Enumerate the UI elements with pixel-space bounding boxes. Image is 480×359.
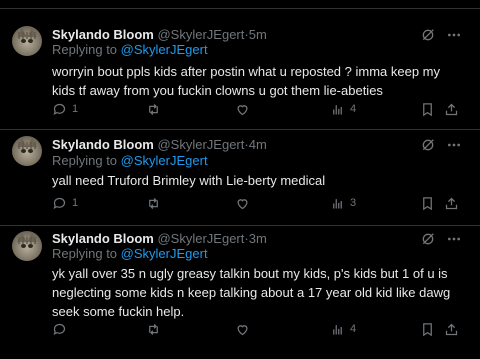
display-name[interactable]: Skylando Bloom: [52, 231, 154, 246]
reply-button[interactable]: 1: [52, 102, 78, 117]
replying-to-label: Replying to: [52, 42, 118, 57]
heart-icon: [237, 325, 248, 336]
heart-icon: [237, 199, 248, 210]
retweet-button[interactable]: [146, 322, 166, 337]
more-icon[interactable]: [446, 231, 462, 247]
views-count: 4: [350, 103, 357, 115]
views-count: 4: [350, 323, 357, 335]
like-button[interactable]: [235, 322, 255, 337]
views-button[interactable]: 4: [330, 322, 356, 337]
retweet-icon: [149, 104, 158, 115]
retweet-button[interactable]: [146, 102, 166, 117]
reply-button[interactable]: [52, 322, 72, 337]
timestamp[interactable]: 4m: [249, 137, 267, 152]
like-button[interactable]: [235, 196, 255, 211]
replying-to: Replying to @SkylerJEgert: [52, 153, 208, 169]
grok-icon[interactable]: [420, 27, 436, 43]
bookmark-button[interactable]: [420, 102, 435, 117]
tweet[interactable]: Skylando Bloom @SkylerJEgert·3m Replying…: [0, 226, 480, 359]
user-handle[interactable]: @SkylerJEgert: [157, 137, 244, 152]
views-button[interactable]: 3: [330, 196, 356, 211]
tweet[interactable]: Skylando Bloom @SkylerJEgert·5m Replying…: [0, 10, 480, 130]
avatar[interactable]: [12, 231, 42, 261]
user-handle[interactable]: @SkylerJEgert: [157, 231, 244, 246]
tweet-text: yk yall over 35 n ugly greasy talkin bou…: [52, 266, 451, 319]
views-button[interactable]: 4: [330, 102, 356, 117]
timestamp[interactable]: 3m: [249, 231, 267, 246]
reply-icon: [53, 197, 66, 210]
avatar[interactable]: [12, 26, 42, 56]
tweet-header: Skylando Bloom @SkylerJEgert·5m: [52, 27, 267, 43]
replying-to-mention[interactable]: @SkylerJEgert: [121, 153, 208, 168]
tweet-text: yall need Truford Brimley with Lie-berty…: [52, 173, 326, 188]
retweet-icon: [149, 324, 158, 335]
tweet-text: worryin bout ppls kids after postin what…: [52, 64, 441, 98]
views-icon: [333, 325, 342, 335]
tweet-top-icons: [420, 231, 462, 247]
avatar[interactable]: [12, 136, 42, 166]
tweet-top-icons: [420, 137, 462, 153]
bookmark-icon: [423, 323, 432, 337]
previous-tweet-footer: [0, 0, 480, 9]
replying-to-mention[interactable]: @SkylerJEgert: [121, 42, 208, 57]
views-count: 3: [350, 197, 357, 209]
reply-button[interactable]: 1: [52, 196, 78, 211]
timestamp[interactable]: 5m: [249, 27, 267, 42]
bookmark-icon: [423, 197, 432, 211]
reply-icon: [53, 323, 66, 336]
tweet-header: Skylando Bloom @SkylerJEgert·4m: [52, 137, 267, 153]
share-button[interactable]: [444, 322, 459, 337]
replying-to: Replying to @SkylerJEgert: [52, 246, 208, 262]
retweet-button[interactable]: [146, 196, 166, 211]
tweet-header: Skylando Bloom @SkylerJEgert·3m: [52, 231, 267, 247]
replying-to-label: Replying to: [52, 246, 118, 261]
tweet-actions: 1 3: [52, 196, 462, 212]
reply-count: 1: [72, 197, 79, 209]
reply-count: 1: [72, 103, 79, 115]
share-icon: [445, 103, 458, 116]
tweet-actions: 4: [52, 322, 462, 338]
more-icon[interactable]: [446, 137, 462, 153]
display-name[interactable]: Skylando Bloom: [52, 137, 154, 152]
share-icon: [445, 197, 458, 210]
replying-to-label: Replying to: [52, 153, 118, 168]
like-button[interactable]: [235, 102, 255, 117]
replying-to: Replying to @SkylerJEgert: [52, 42, 208, 58]
grok-icon[interactable]: [420, 231, 436, 247]
views-icon: [333, 105, 342, 115]
tweet-actions: 1 4: [52, 102, 462, 118]
more-icon[interactable]: [446, 27, 462, 43]
bookmark-button[interactable]: [420, 196, 435, 211]
share-button[interactable]: [444, 102, 459, 117]
tweet-top-icons: [420, 27, 462, 43]
views-icon: [333, 199, 342, 209]
share-icon: [445, 323, 458, 336]
bookmark-button[interactable]: [420, 322, 435, 337]
display-name[interactable]: Skylando Bloom: [52, 27, 154, 42]
retweet-icon: [149, 198, 158, 209]
bookmark-icon: [423, 103, 432, 117]
share-button[interactable]: [444, 196, 459, 211]
replying-to-mention[interactable]: @SkylerJEgert: [121, 246, 208, 261]
user-handle[interactable]: @SkylerJEgert: [157, 27, 244, 42]
grok-icon[interactable]: [420, 137, 436, 153]
heart-icon: [237, 105, 248, 116]
tweet[interactable]: Skylando Bloom @SkylerJEgert·4m Replying…: [0, 130, 480, 226]
reply-icon: [53, 103, 66, 116]
